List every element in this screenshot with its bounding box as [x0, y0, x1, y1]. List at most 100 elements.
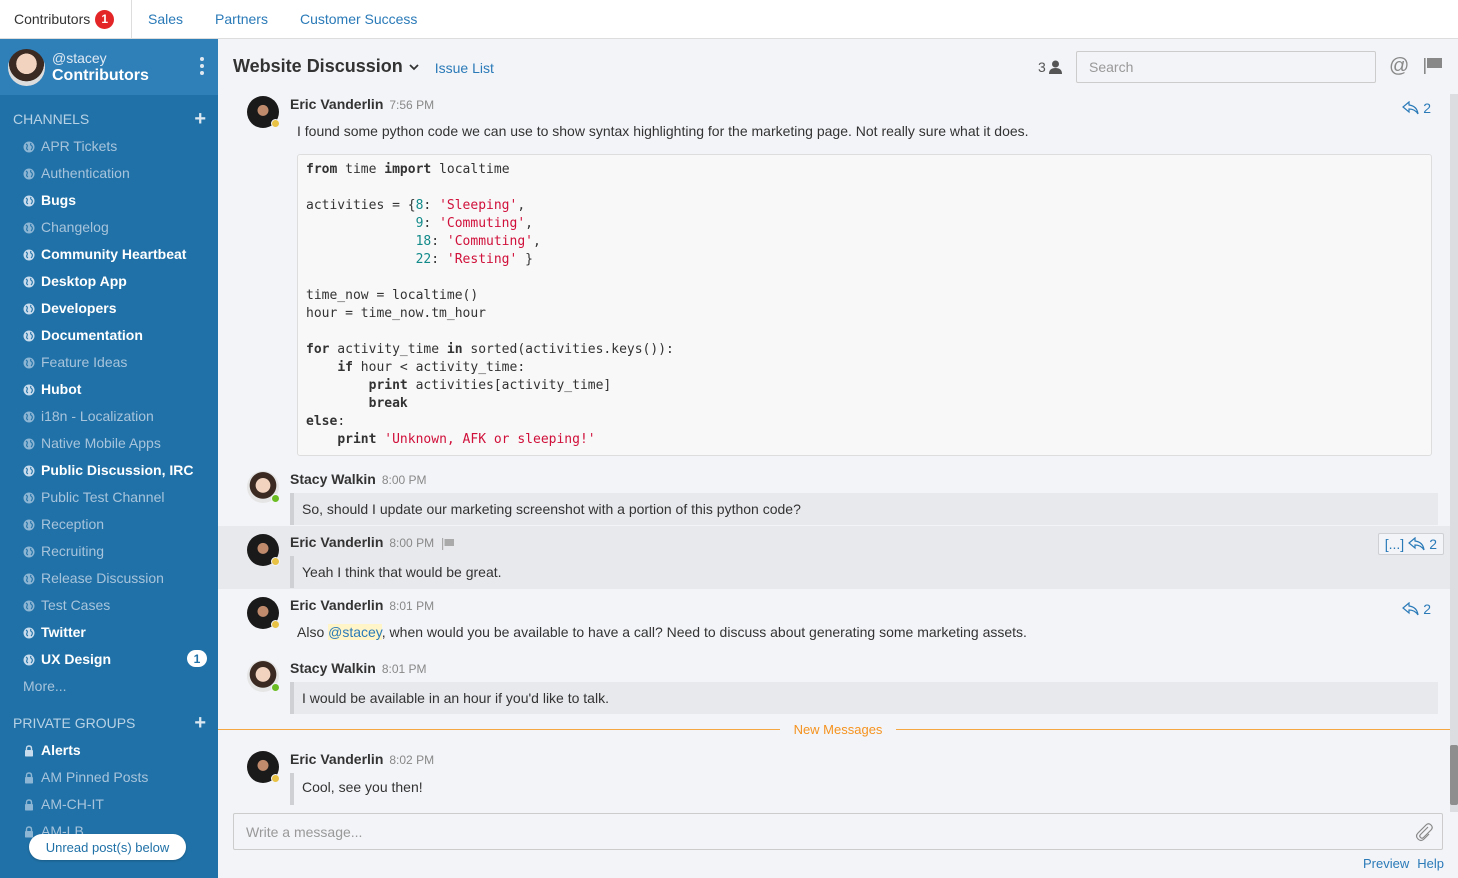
flagged-posts-icon[interactable] — [1424, 57, 1442, 75]
team-tab-contributors[interactable]: Contributors 1 — [0, 0, 132, 38]
add-channel-icon[interactable]: + — [194, 109, 206, 129]
more-vertical-icon[interactable] — [200, 57, 204, 75]
help-link[interactable]: Help — [1417, 856, 1444, 871]
user-avatar[interactable] — [8, 48, 45, 86]
sidebar-item-bugs[interactable]: Bugs — [0, 186, 218, 213]
sidebar-item-label: Hubot — [41, 380, 82, 397]
flag-icon[interactable] — [442, 538, 455, 550]
sidebar-item-label: Twitter — [41, 623, 86, 640]
sidebar-item-am-ch-it[interactable]: AM-CH-IT — [0, 790, 218, 817]
sidebar-item-reception[interactable]: Reception — [0, 510, 218, 537]
post-header: Eric Vanderlin 7:56 PM — [290, 96, 1438, 116]
member-count-button[interactable]: 3 — [1038, 59, 1062, 75]
sidebar-item-community-heartbeat[interactable]: Community Heartbeat — [0, 240, 218, 267]
sidebar-item-hubot[interactable]: Hubot — [0, 375, 218, 402]
sidebar-item-label: Desktop App — [41, 272, 127, 289]
team-tab-label: Sales — [148, 11, 184, 27]
lock-icon — [23, 771, 35, 783]
message-list[interactable]: Eric Vanderlin 7:56 PM I found some pyth… — [218, 94, 1458, 812]
more-actions-button[interactable]: [...] — [1385, 536, 1404, 552]
post-author[interactable]: Stacy Walkin — [290, 471, 376, 487]
sidebar-item-native-mobile-apps[interactable]: Native Mobile Apps — [0, 429, 218, 456]
add-private-group-icon[interactable]: + — [194, 713, 206, 733]
mention-link[interactable]: @stacey — [328, 624, 382, 640]
sidebar-item-developers[interactable]: Developers — [0, 294, 218, 321]
sidebar-item-release-discussion[interactable]: Release Discussion — [0, 564, 218, 591]
globe-icon — [23, 518, 35, 530]
code-block: from time import localtime activities = {… — [297, 154, 1432, 456]
globe-icon — [23, 626, 35, 638]
globe-icon — [23, 221, 35, 233]
reply-count: 2 — [1423, 100, 1431, 116]
post-author[interactable]: Eric Vanderlin — [290, 597, 383, 613]
sidebar-item-desktop-app[interactable]: Desktop App — [0, 267, 218, 294]
team-tab-sales[interactable]: Sales — [132, 0, 199, 38]
lock-icon — [23, 825, 35, 837]
preview-link[interactable]: Preview — [1363, 856, 1409, 871]
code-token: , — [525, 216, 533, 231]
globe-icon — [23, 410, 35, 422]
globe-icon — [23, 194, 35, 206]
post-header: Stacy Walkin 8:01 PM — [290, 660, 1438, 680]
sidebar-item-feature-ideas[interactable]: Feature Ideas — [0, 348, 218, 375]
sidebar-item-label: Documentation — [41, 326, 143, 343]
post-message: I would be available in an hour if you'd… — [290, 682, 1438, 714]
sidebar-item-recruiting[interactable]: Recruiting — [0, 537, 218, 564]
message-input[interactable] — [234, 814, 1442, 849]
search-input[interactable] — [1076, 51, 1376, 83]
sidebar-item-am-pinned-posts[interactable]: AM Pinned Posts — [0, 763, 218, 790]
reply-count-button[interactable]: 2 — [1402, 601, 1431, 617]
sidebar-item-test-cases[interactable]: Test Cases — [0, 591, 218, 618]
status-online-icon — [271, 494, 280, 503]
code-token: 'Commuting' — [446, 234, 533, 249]
reply-count-button[interactable]: 2 — [1402, 100, 1431, 116]
sidebar-item-ux-design[interactable]: UX Design 1 — [0, 645, 218, 672]
message-composer — [233, 813, 1443, 850]
post-message: Cool, see you then! — [290, 773, 1438, 805]
post-author[interactable]: Eric Vanderlin — [290, 751, 383, 767]
sidebar-item-label: Authentication — [41, 164, 130, 181]
issue-list-link[interactable]: Issue List — [435, 60, 494, 76]
post: Eric Vanderlin 7:56 PM I found some pyth… — [218, 96, 1458, 456]
globe-icon — [23, 167, 35, 179]
code-token: in — [446, 342, 463, 357]
sidebar-item-twitter[interactable]: Twitter — [0, 618, 218, 645]
sidebar-item-alerts[interactable]: Alerts — [0, 736, 218, 763]
sidebar-item-public-discussion-irc[interactable]: Public Discussion, IRC — [0, 456, 218, 483]
team-unread-badge: 1 — [95, 9, 115, 29]
unread-posts-below-button[interactable]: Unread post(s) below — [29, 834, 186, 860]
scrollbar-track[interactable] — [1450, 94, 1458, 812]
code-token: , — [532, 234, 541, 249]
code-token: else — [306, 414, 338, 429]
sidebar-item-documentation[interactable]: Documentation — [0, 321, 218, 348]
post-time: 8:00 PM — [381, 473, 427, 487]
sidebar-item-apr-tickets[interactable]: APR Tickets — [0, 132, 218, 159]
post-author[interactable]: Eric Vanderlin — [290, 96, 383, 112]
paperclip-icon[interactable] — [1414, 822, 1434, 842]
sidebar-item-label: UX Design — [41, 650, 112, 667]
channel-title-dropdown[interactable]: Website Discussion — [233, 56, 419, 77]
post-time: 8:00 PM — [389, 536, 435, 550]
post-author[interactable]: Stacy Walkin — [290, 660, 376, 676]
sidebar-item-public-test-channel[interactable]: Public Test Channel — [0, 483, 218, 510]
team-tab-partners[interactable]: Partners — [199, 0, 284, 38]
sidebar-item-label: Public Test Channel — [41, 488, 165, 505]
post-author[interactable]: Eric Vanderlin — [290, 534, 383, 550]
post: Stacy Walkin 8:00 PM So, should I update… — [218, 471, 1458, 525]
sidebar-item-i18n-localization[interactable]: i18n - Localization — [0, 402, 218, 429]
more-channels-link[interactable]: More... — [0, 672, 218, 699]
sidebar-item-label: i18n - Localization — [41, 407, 154, 424]
code-token: for — [306, 342, 330, 357]
recent-mentions-icon[interactable]: @ — [1389, 55, 1409, 78]
code-line: break — [306, 395, 1423, 413]
code-token: 18 — [415, 234, 432, 249]
scrollbar-thumb[interactable] — [1450, 745, 1458, 805]
team-tab-customer-success[interactable]: Customer Success — [284, 0, 433, 38]
code-token: from — [306, 162, 338, 177]
sidebar-item-changelog[interactable]: Changelog — [0, 213, 218, 240]
post-message: So, should I update our marketing screen… — [290, 493, 1438, 525]
sidebar-item-authentication[interactable]: Authentication — [0, 159, 218, 186]
reply-count-button[interactable]: 2 — [1408, 536, 1437, 552]
globe-icon — [23, 491, 35, 503]
